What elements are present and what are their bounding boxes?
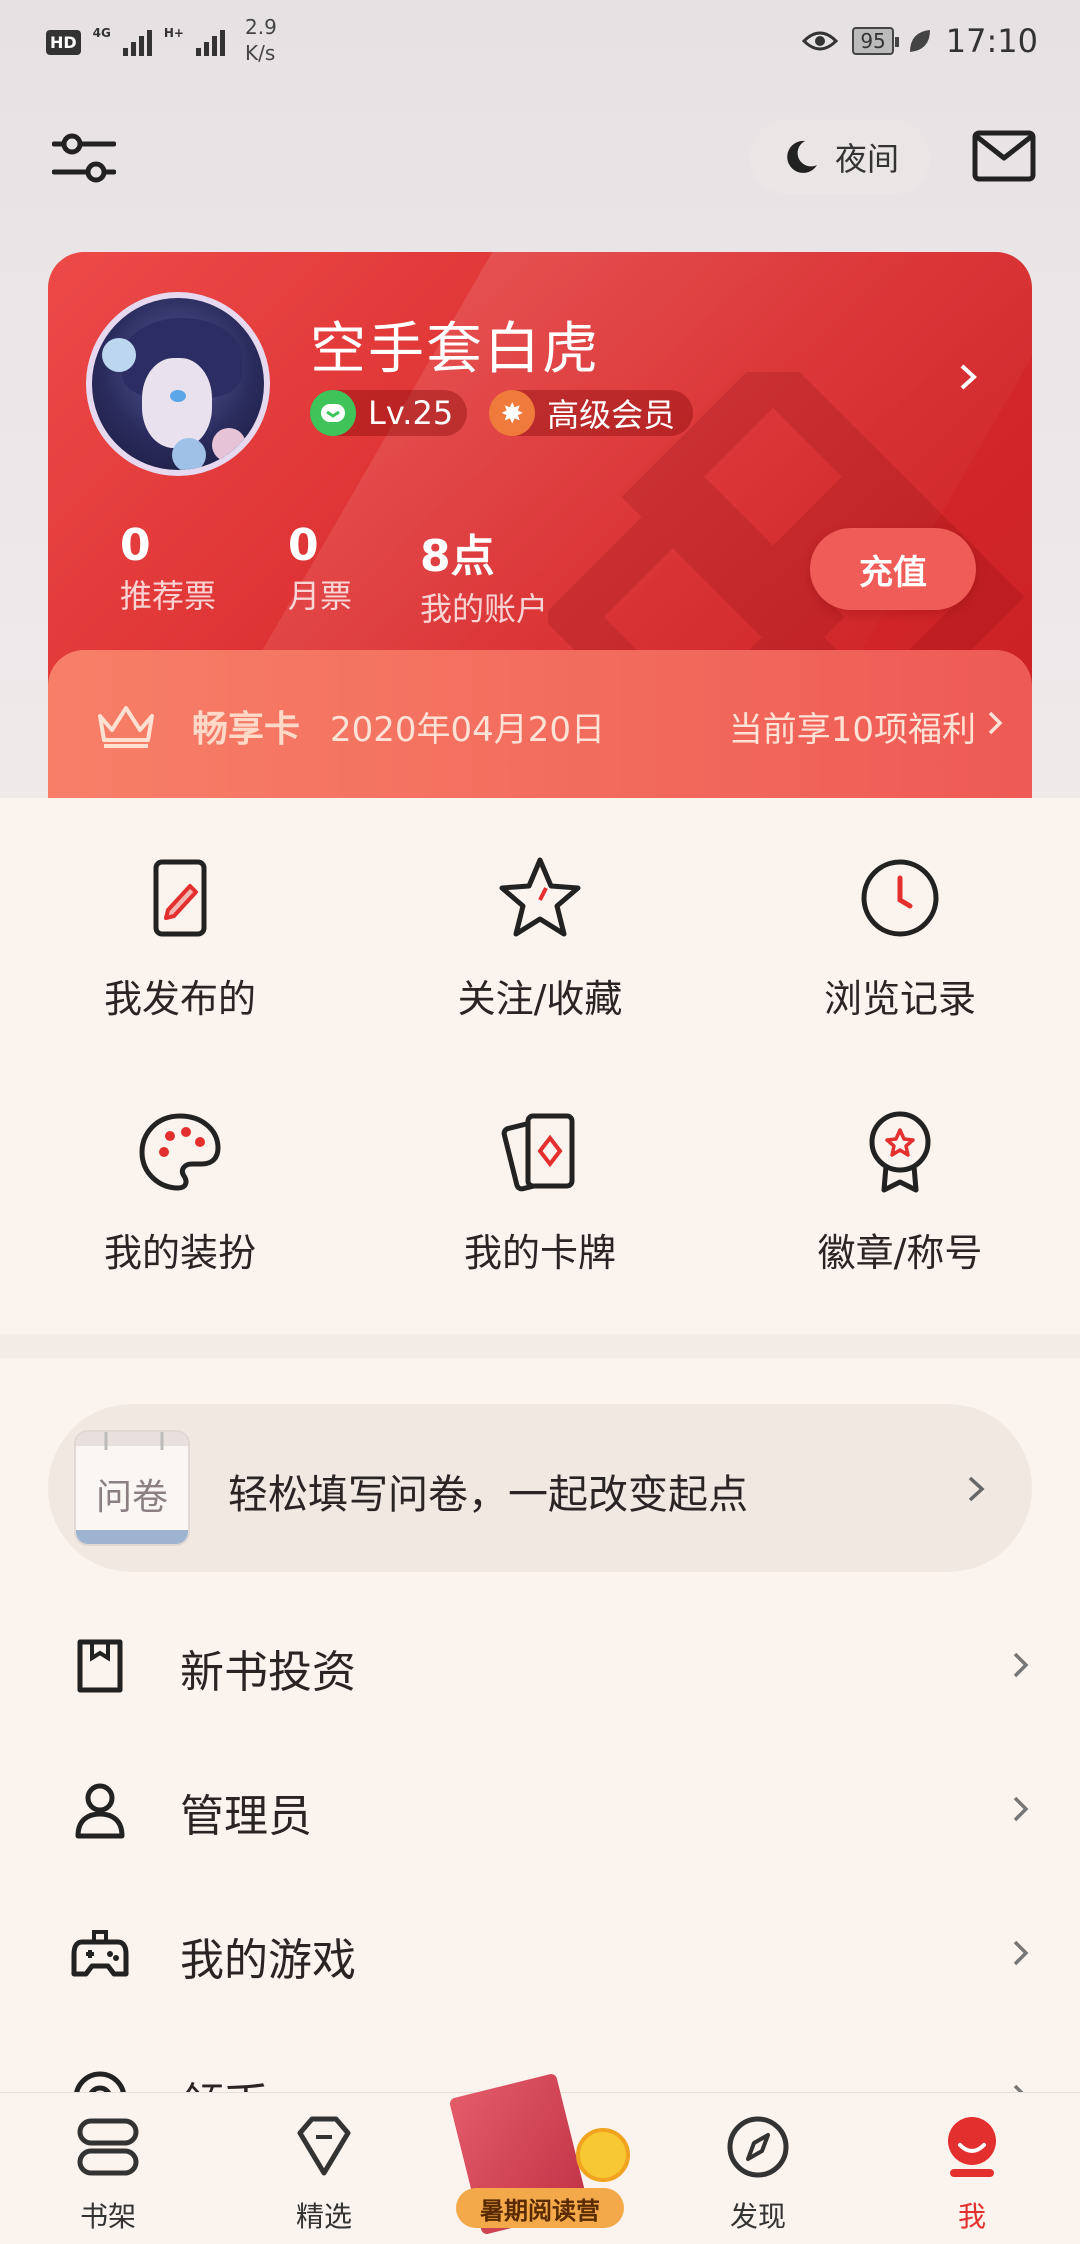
tab-featured[interactable]: 精选 bbox=[254, 2111, 394, 2235]
tab-label: 书架 bbox=[79, 2200, 136, 2233]
leaf-icon bbox=[909, 30, 930, 52]
stat-label: 月票 bbox=[288, 577, 353, 615]
vip-card-date: 2020年04月20日 bbox=[330, 710, 606, 750]
survey-text: 轻松填写问卷，一起改变起点 bbox=[228, 1472, 748, 1518]
username: 空手套白虎 bbox=[310, 317, 600, 382]
night-mode-button[interactable]: 夜间 bbox=[750, 120, 930, 194]
settings-sliders-icon[interactable] bbox=[52, 130, 116, 186]
tab-discover[interactable]: 发现 bbox=[688, 2111, 828, 2235]
grid-label: 我的卡牌 bbox=[463, 1231, 616, 1275]
grid-item-badges-titles[interactable]: 徽章/称号 bbox=[720, 1102, 1080, 1277]
chevron-right-icon bbox=[1013, 1796, 1029, 1822]
chevron-right-icon bbox=[1013, 1940, 1029, 1966]
section-divider bbox=[0, 1334, 1080, 1358]
reading-camp-coin-icon bbox=[576, 2128, 630, 2182]
chevron-right-icon bbox=[968, 1476, 985, 1502]
vip-badge[interactable]: ✸ 高级会员 bbox=[489, 390, 694, 436]
battery-icon: 95 bbox=[852, 27, 900, 55]
profile-icon bbox=[948, 2117, 996, 2177]
chevron-right-icon bbox=[988, 711, 1003, 735]
tab-label: 暑期阅读营 bbox=[456, 2188, 624, 2228]
list-item-administrator[interactable]: 管理员 bbox=[0, 1732, 1080, 1876]
chevron-right-icon bbox=[1013, 1652, 1029, 1678]
stat-value: 8点 bbox=[420, 531, 495, 582]
compass-icon bbox=[727, 2116, 789, 2178]
tab-bookshelf[interactable]: 书架 bbox=[38, 2111, 178, 2235]
function-panel: 我发布的 关注/收藏 浏览记录 我的装扮 我的卡牌 徽章/称号 bbox=[0, 798, 1080, 1338]
level-icon bbox=[310, 390, 356, 436]
status-bar: HD 4G H+ 2.9 K/s 95 17:10 bbox=[0, 0, 1080, 80]
avatar[interactable] bbox=[86, 292, 270, 476]
grid-item-my-cards[interactable]: 我的卡牌 bbox=[360, 1102, 720, 1277]
vip-card-benefits: 当前享10项福利 bbox=[728, 710, 976, 750]
chevron-right-icon bbox=[960, 364, 977, 390]
grid-label: 关注/收藏 bbox=[457, 977, 623, 1021]
badge-icon bbox=[869, 1111, 931, 1193]
level-badge[interactable]: Lv.25 bbox=[310, 390, 468, 436]
grid-label: 我的装扮 bbox=[103, 1231, 256, 1275]
network-type-2: H+ bbox=[163, 26, 184, 40]
stat-value: 0 bbox=[120, 520, 151, 571]
moon-icon bbox=[787, 140, 817, 173]
stat-value: 0 bbox=[288, 520, 319, 571]
eye-comfort-icon bbox=[802, 31, 839, 51]
list-item-new-book-investment[interactable]: 新书投资 bbox=[0, 1588, 1080, 1732]
bookmark-icon bbox=[77, 1639, 123, 1693]
clock-icon bbox=[861, 859, 939, 937]
diamond-icon bbox=[297, 2116, 351, 2176]
vip-card-name: 畅享卡 bbox=[192, 709, 301, 750]
crown-icon bbox=[98, 706, 154, 748]
level-text: Lv.25 bbox=[368, 394, 454, 432]
bookshelf-icon bbox=[77, 2118, 139, 2176]
stat-my-account[interactable]: 8点 我的账户 bbox=[420, 520, 548, 630]
tab-reading-camp[interactable]: 暑期阅读营 bbox=[448, 2054, 630, 2244]
list-item-my-games[interactable]: 我的游戏 bbox=[0, 1876, 1080, 2020]
stat-monthly-tickets[interactable]: 0 月票 bbox=[288, 520, 352, 617]
stat-label: 我的账户 bbox=[420, 590, 549, 628]
grid-item-follow-favorites[interactable]: 关注/收藏 bbox=[360, 848, 720, 1023]
list-item-label: 我的游戏 bbox=[180, 1935, 356, 1986]
grid-item-history[interactable]: 浏览记录 bbox=[720, 848, 1080, 1023]
survey-icon-text: 问卷 bbox=[95, 1477, 168, 1518]
list-item-label: 新书投资 bbox=[180, 1647, 356, 1698]
list-item-label: 管理员 bbox=[180, 1791, 312, 1842]
network-type-1: 4G bbox=[92, 26, 111, 40]
night-mode-label: 夜间 bbox=[834, 140, 899, 178]
survey-banner[interactable]: 问卷 轻松填写问卷，一起改变起点 bbox=[48, 1404, 1032, 1572]
user-icon bbox=[75, 1783, 125, 1839]
network-speed: 2.9 K/s bbox=[244, 15, 277, 65]
tab-label: 精选 bbox=[295, 2200, 352, 2233]
grid-label: 浏览记录 bbox=[823, 977, 976, 1021]
tab-label: 发现 bbox=[729, 2200, 786, 2233]
stat-recommend-tickets[interactable]: 0 推荐票 bbox=[120, 520, 216, 617]
vip-star-icon: ✸ bbox=[489, 390, 536, 436]
grid-item-my-posts[interactable]: 我发布的 bbox=[0, 848, 360, 1023]
vip-text: 高级会员 bbox=[547, 396, 676, 434]
survey-icon: 问卷 bbox=[74, 1430, 190, 1546]
grid-label: 徽章/称号 bbox=[817, 1231, 983, 1275]
cards-icon bbox=[501, 1113, 575, 1192]
gamepad-icon bbox=[71, 1930, 129, 1977]
vip-card-bar[interactable]: 畅享卡 2020年04月20日 当前享10项福利 bbox=[48, 650, 1032, 810]
palette-icon bbox=[139, 1113, 221, 1191]
clock-time: 17:10 bbox=[945, 22, 1038, 60]
mail-icon[interactable] bbox=[972, 130, 1036, 182]
tab-me[interactable]: 我 bbox=[902, 2111, 1042, 2235]
stat-label: 推荐票 bbox=[120, 577, 217, 615]
signal-icon-2 bbox=[195, 26, 225, 56]
hd-indicator: HD bbox=[46, 30, 81, 55]
signal-icon bbox=[122, 26, 152, 56]
grid-label: 我发布的 bbox=[103, 977, 256, 1021]
edit-icon bbox=[153, 859, 207, 937]
recharge-button[interactable]: 充值 bbox=[810, 528, 976, 610]
tab-label: 我 bbox=[957, 2200, 986, 2233]
grid-item-my-dressup[interactable]: 我的装扮 bbox=[0, 1102, 360, 1277]
star-icon bbox=[499, 857, 581, 937]
